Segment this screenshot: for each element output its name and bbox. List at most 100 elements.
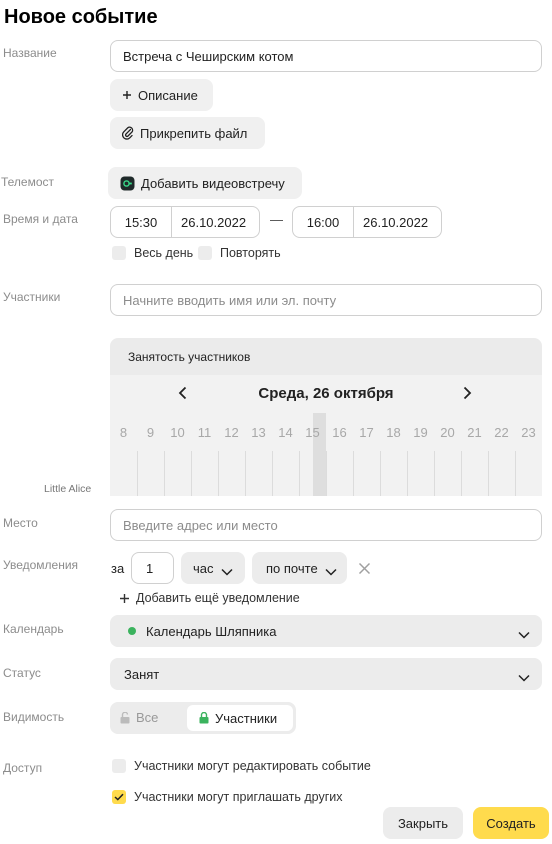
- can-invite-label: Участники могут приглашать других: [134, 790, 343, 804]
- label-datetime: Время и дата: [3, 212, 78, 226]
- label-participants: Участники: [3, 290, 61, 304]
- status-select[interactable]: Занят: [110, 658, 542, 690]
- label-visibility: Видимость: [3, 710, 65, 724]
- chevron-right-icon[interactable]: [463, 386, 472, 403]
- notification-amount-value: 1: [146, 560, 154, 576]
- telemost-icon: [120, 176, 135, 191]
- schedule-hour-17: 17: [359, 425, 374, 440]
- notification-method-select[interactable]: по почте: [252, 552, 347, 584]
- end-time-input[interactable]: 16:00: [293, 207, 354, 237]
- calendar-select[interactable]: Календарь Шляпника: [110, 615, 542, 647]
- calendar-select-value: Календарь Шляпника: [128, 624, 276, 639]
- start-datetime: 15:30 26.10.2022: [110, 206, 260, 238]
- visibility-all-label: Все: [136, 710, 159, 725]
- plus-icon: [122, 90, 132, 100]
- label-access: Доступ: [3, 761, 43, 775]
- start-date-input[interactable]: 26.10.2022: [172, 207, 259, 237]
- chevron-down-icon: [518, 627, 530, 639]
- schedule-hour-16: 16: [332, 425, 347, 440]
- all-day-checkbox-box[interactable]: [112, 246, 126, 260]
- repeat-checkbox-box[interactable]: [198, 246, 212, 260]
- schedule-grid-line: [164, 451, 165, 496]
- notification-prefix: за: [111, 561, 125, 576]
- place-placeholder: Введите адрес или место: [123, 517, 278, 533]
- all-day-label: Весь день: [134, 246, 194, 260]
- add-description-label: Описание: [138, 87, 198, 103]
- schedule-hour-18: 18: [386, 425, 401, 440]
- schedule-hour-13: 13: [251, 425, 266, 440]
- notification-amount-input[interactable]: 1: [131, 552, 174, 584]
- can-invite-checkbox-box[interactable]: [112, 790, 126, 804]
- label-name: Название: [3, 46, 57, 60]
- schedule-grid-line: [326, 451, 327, 496]
- add-video-meeting-button[interactable]: Добавить видеовстречу: [108, 167, 302, 199]
- add-notification-label: Добавить ещё уведомление: [136, 591, 300, 605]
- close-button[interactable]: Закрыть: [383, 807, 463, 839]
- label-telemost: Телемост: [1, 175, 55, 189]
- schedule-grid-line: [515, 451, 516, 496]
- name-input-value: Встреча с Чеширским котом: [123, 48, 294, 64]
- schedule-hours: 8 9 10 11 12 13 14 15 16 17 18 19 20 21 22 23: [110, 413, 542, 451]
- repeat-checkbox[interactable]: Повторять: [198, 246, 281, 260]
- schedule-grid-line: [407, 451, 408, 496]
- schedule-grid-line: [245, 451, 246, 496]
- schedule-hour-22: 22: [494, 425, 509, 440]
- can-edit-checkbox[interactable]: Участники могут редактировать событие: [112, 759, 371, 773]
- checkmark-icon: [114, 793, 124, 801]
- create-button[interactable]: Создать: [473, 807, 549, 839]
- schedule-grid-line: [434, 451, 435, 496]
- end-datetime: 16:00 26.10.2022: [292, 206, 442, 238]
- notification-unit-select[interactable]: час: [181, 552, 245, 584]
- calendar-name: Календарь Шляпника: [146, 623, 277, 639]
- schedule-hour-12: 12: [224, 425, 239, 440]
- schedule-grid-line: [272, 451, 273, 496]
- schedule-hour-23: 23: [521, 425, 536, 440]
- unlock-icon: [120, 711, 130, 724]
- visibility-toggle: Все Участники: [110, 702, 296, 734]
- notification-unit-value: час: [193, 560, 214, 576]
- schedule-grid-line: [299, 451, 300, 496]
- all-day-checkbox[interactable]: Весь день: [112, 246, 193, 260]
- attach-file-button[interactable]: Прикрепить файл: [110, 117, 265, 149]
- schedule-grid-line: [191, 451, 192, 496]
- page-title: Новое событие: [4, 6, 158, 28]
- schedule-grid-line: [218, 451, 219, 496]
- close-icon[interactable]: [358, 562, 371, 578]
- schedule-grid-line: [137, 451, 138, 496]
- status-value: Занят: [124, 666, 160, 682]
- notification-method-value: по почте: [266, 560, 318, 576]
- label-status: Статус: [3, 666, 41, 680]
- schedule-hour-19: 19: [413, 425, 428, 440]
- can-edit-checkbox-box[interactable]: [112, 759, 126, 773]
- plus-icon: [119, 593, 130, 604]
- name-input[interactable]: Встреча с Чеширским котом: [110, 40, 542, 72]
- schedule-hour-20: 20: [440, 425, 455, 440]
- schedule-hour-8: 8: [119, 425, 128, 440]
- paperclip-icon: [122, 126, 134, 140]
- add-description-button[interactable]: Описание: [110, 79, 213, 111]
- repeat-label: Повторять: [220, 246, 281, 260]
- schedule-nav: Среда, 26 октября: [110, 375, 542, 413]
- schedule-grid-line: [461, 451, 462, 496]
- schedule-hour-9: 9: [146, 425, 155, 440]
- visibility-option-all[interactable]: Все: [120, 710, 158, 725]
- participants-input[interactable]: Начните вводить имя или эл. почту: [110, 284, 542, 316]
- can-invite-checkbox[interactable]: Участники могут приглашать других: [112, 790, 343, 804]
- chevron-down-icon: [325, 564, 337, 576]
- start-time-input[interactable]: 15:30: [111, 207, 172, 237]
- chevron-down-icon: [221, 564, 233, 576]
- label-calendar: Календарь: [3, 622, 64, 636]
- calendar-color-dot: [128, 627, 136, 635]
- schedule-header: Занятость участников: [110, 338, 542, 375]
- schedule-header-label: Занятость участников: [128, 350, 251, 364]
- schedule-hour-15: 15: [305, 425, 320, 440]
- end-date-input[interactable]: 26.10.2022: [354, 207, 441, 237]
- add-notification-button[interactable]: Добавить ещё уведомление: [119, 591, 300, 605]
- can-edit-label: Участники могут редактировать событие: [134, 759, 371, 773]
- place-input[interactable]: Введите адрес или место: [110, 509, 542, 541]
- chevron-down-icon: [518, 670, 530, 682]
- participants-placeholder: Начните вводить имя или эл. почту: [123, 292, 337, 308]
- schedule-hour-14: 14: [278, 425, 293, 440]
- schedule-hour-21: 21: [467, 425, 482, 440]
- visibility-option-participants[interactable]: Участники: [187, 705, 293, 731]
